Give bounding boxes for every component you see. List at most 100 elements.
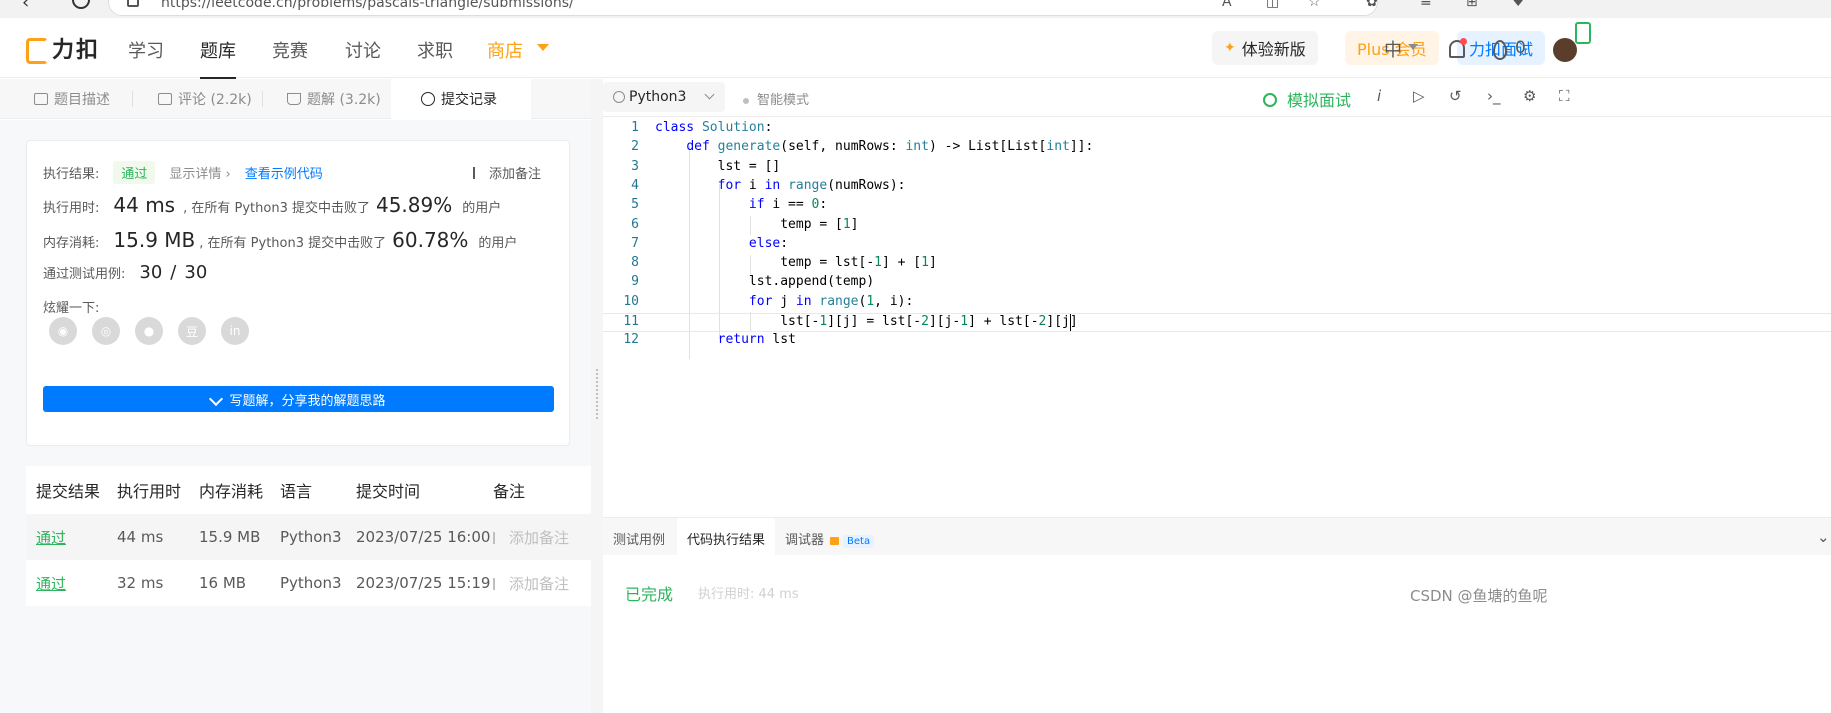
nav-item-contest[interactable]: 竞赛: [272, 37, 308, 63]
fire-icon[interactable]: [1493, 40, 1507, 60]
table-header: 提交结果 执行用时 内存消耗 语言 提交时间 备注: [26, 466, 591, 514]
code-text: for j in range(1, i):: [748, 293, 914, 309]
nav-item-jobs[interactable]: 求职: [417, 37, 453, 63]
lock-icon: [830, 537, 840, 545]
flag-icon: [493, 577, 503, 590]
browser-essentials-icon[interactable]: ♥: [1512, 0, 1525, 10]
favorites-list-icon[interactable]: ≡: [1420, 0, 1432, 10]
runtime-label: 执行用时:: [43, 201, 100, 216]
gear-icon[interactable]: ⚙: [1523, 87, 1536, 105]
memory-percent: 60.78%: [392, 228, 469, 252]
add-note-button[interactable]: 添加备注: [493, 573, 569, 594]
split-view-icon[interactable]: ◫: [1266, 0, 1279, 10]
tab-label: 题解 (3.2k): [307, 92, 381, 108]
result-label: 执行结果:: [43, 167, 100, 182]
chevron-down-icon[interactable]: [1408, 44, 1418, 50]
tab-description[interactable]: 题目描述: [34, 79, 110, 119]
leetcode-logo-icon: [26, 35, 48, 64]
read-aloud-icon[interactable]: A: [1222, 0, 1232, 10]
info-icon[interactable]: i: [1377, 87, 1381, 105]
nav-item-problems[interactable]: 题库: [200, 37, 236, 79]
write-solution-button[interactable]: 写题解，分享我的解题思路: [43, 386, 554, 412]
qq-icon[interactable]: ●: [135, 317, 163, 345]
line-number: 11: [623, 314, 639, 329]
panel-splitter[interactable]: [591, 79, 603, 713]
column-header: 提交结果: [36, 482, 101, 501]
code-line[interactable]: 3 lst = []: [603, 159, 1831, 178]
douban-icon[interactable]: 豆: [178, 317, 206, 345]
smart-mode-toggle[interactable]: 智能模式: [743, 89, 809, 108]
submission-status-link[interactable]: 通过: [36, 573, 66, 594]
nav-item-shop[interactable]: 商店: [487, 37, 523, 63]
column-header: 语言: [280, 482, 313, 501]
code-text: else:: [748, 235, 789, 251]
sample-code-link[interactable]: 查看示例代码: [245, 163, 323, 182]
chevron-down-icon: [704, 89, 715, 100]
console-icon[interactable]: ›_: [1487, 87, 1501, 105]
submission-runtime: 32 ms: [117, 574, 164, 592]
url-text: https://leetcode.cn/problems/pascals-tri…: [161, 0, 574, 11]
collections-icon[interactable]: ⊞: [1466, 0, 1478, 10]
mock-interview-button[interactable]: 模拟面试: [1263, 87, 1351, 111]
code-text: return lst: [717, 332, 796, 348]
line-number: 5: [631, 197, 639, 213]
show-details-link[interactable]: 显示详情 ›: [169, 163, 230, 182]
tab-run-result[interactable]: 代码执行结果: [677, 518, 776, 556]
chevron-down-icon[interactable]: [537, 44, 549, 51]
submission-status-link[interactable]: 通过: [36, 527, 66, 548]
submission-time: 2023/07/25 15:19: [356, 574, 491, 592]
run-result-panel: 已完成 执行用时: 44 ms: [603, 555, 1831, 713]
submissions-table: 提交结果 执行用时 内存消耗 语言 提交时间 备注 通过 44 ms 15.9 …: [26, 466, 591, 606]
line-number: 3: [631, 158, 639, 174]
chevron-down-icon[interactable]: ⌄: [1817, 528, 1830, 546]
trial-new-version-button[interactable]: ✦ 体验新版: [1212, 31, 1318, 65]
favorite-icon[interactable]: ☆: [1308, 0, 1321, 10]
reload-icon[interactable]: [72, 0, 90, 9]
extensions-icon[interactable]: ✿: [1366, 0, 1378, 10]
code-line[interactable]: 1 class Solution:: [603, 120, 1831, 139]
code-line[interactable]: 2 def generate(self, numRows: int) -> Li…: [603, 139, 1831, 158]
code-text: lst[-1][j] = lst[-2][j-1] + lst[-2][j]: [655, 314, 1078, 329]
code-line[interactable]: 7 else:: [603, 236, 1831, 255]
divider: [132, 91, 133, 107]
code-line[interactable]: 5 if i == 0:: [603, 197, 1831, 216]
code-line[interactable]: 4 for i in range(numRows):: [603, 178, 1831, 197]
tab-debugger[interactable]: 调试器 Beta: [785, 529, 875, 548]
logo[interactable]: 力扣: [26, 32, 100, 64]
tab-testcase[interactable]: 测试用例: [613, 529, 665, 548]
language-switch[interactable]: 中: [1384, 36, 1402, 62]
linkedin-icon[interactable]: in: [221, 317, 249, 345]
code-line[interactable]: 11 lst[-1][j] = lst[-2][j-1] + lst[-2][j…: [603, 313, 1831, 332]
code-editor[interactable]: 1 class Solution: 2 def generate(self, num…: [603, 117, 1831, 517]
back-icon[interactable]: ‹: [22, 0, 29, 13]
tab-submissions[interactable]: 提交记录: [391, 79, 531, 119]
avatar[interactable]: [1553, 38, 1577, 62]
pencil-icon: [209, 391, 224, 407]
clock-icon: [421, 92, 435, 106]
code-line[interactable]: 10 for j in range(1, i):: [603, 294, 1831, 313]
text-cursor: [1070, 314, 1071, 331]
wechat-icon[interactable]: ◉: [49, 317, 77, 345]
play-icon[interactable]: ▷: [1413, 87, 1425, 105]
address-bar[interactable]: https://leetcode.cn/problems/pascals-tri…: [108, 0, 1378, 16]
fullscreen-icon[interactable]: ⛶: [1559, 87, 1570, 105]
tab-solutions[interactable]: 题解 (3.2k): [287, 79, 381, 119]
nav-item-discuss[interactable]: 讨论: [345, 37, 381, 63]
code-line[interactable]: 8 temp = lst[-1] + [1]: [603, 255, 1831, 274]
line-number: 8: [631, 255, 639, 271]
reset-icon[interactable]: ↺: [1449, 87, 1462, 105]
code-line[interactable]: 12 return lst: [603, 332, 1831, 351]
phone-icon[interactable]: [1575, 22, 1591, 44]
code-line[interactable]: 9 lst.append(temp): [603, 274, 1831, 293]
language-value: Python3: [629, 89, 687, 105]
code-line[interactable]: 6 temp = [1]: [603, 217, 1831, 236]
tab-comments[interactable]: 评论 (2.2k): [158, 79, 252, 119]
weibo-icon[interactable]: ◎: [92, 317, 120, 345]
add-note-button[interactable]: 添加备注: [493, 527, 569, 548]
language-select[interactable]: Python3: [603, 82, 725, 112]
flag-icon: [493, 531, 503, 544]
drag-handle-icon[interactable]: [596, 369, 598, 419]
add-note-button[interactable]: 添加备注: [472, 163, 541, 182]
add-note-label: 添加备注: [509, 574, 570, 593]
nav-item-learn[interactable]: 学习: [128, 37, 164, 63]
